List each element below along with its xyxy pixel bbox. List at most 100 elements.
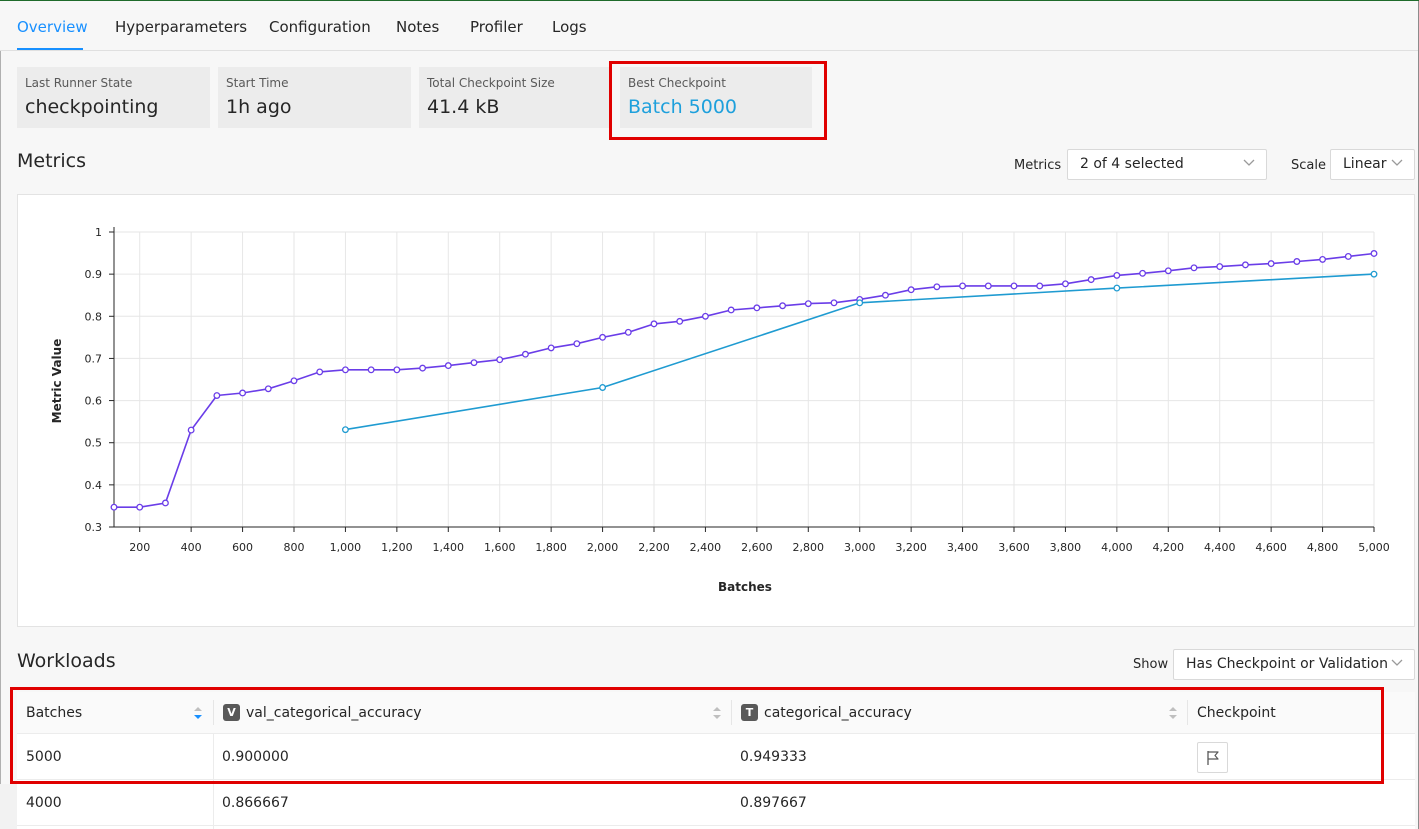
- workloads-title: Workloads: [17, 650, 116, 672]
- data-point: [701, 312, 709, 320]
- validation-badge-icon: V: [223, 704, 240, 721]
- tab-notes[interactable]: Notes: [396, 18, 439, 36]
- scale-select-label: Scale: [1291, 158, 1326, 173]
- data-point: [470, 359, 478, 367]
- tab-logs[interactable]: Logs: [552, 18, 587, 36]
- data-point: [341, 366, 349, 374]
- data-point: [341, 426, 349, 434]
- show-select-label: Show: [1133, 657, 1169, 672]
- cell-categorical-accuracy: 0.897667: [740, 795, 807, 811]
- data-point: [1319, 255, 1327, 263]
- column-header-categorical-accuracy[interactable]: T categorical_accuracy: [732, 692, 1186, 733]
- data-point: [1164, 267, 1172, 275]
- column-label: Batches: [26, 705, 83, 721]
- metrics-select-value: 2 of 4 selected: [1080, 156, 1184, 172]
- data-point: [316, 368, 324, 376]
- data-point: [804, 300, 812, 308]
- training-badge-icon: T: [741, 704, 758, 721]
- column-divider: [213, 734, 214, 829]
- workloads-table: Batches V val_categorical_accuracy T cat…: [17, 692, 1415, 829]
- tab-hyperparameters[interactable]: Hyperparameters: [115, 18, 247, 36]
- data-point: [239, 389, 247, 397]
- x-tick-label: 3,000: [844, 541, 876, 554]
- data-point: [367, 366, 375, 374]
- card-label: Best Checkpoint: [628, 76, 726, 90]
- data-point: [1216, 263, 1224, 271]
- card-value: 41.4 kB: [427, 96, 500, 118]
- y-tick-label: 0.9: [85, 268, 103, 281]
- cell-val-categorical-accuracy: 0.900000: [222, 749, 289, 765]
- checkpoint-flag-button[interactable]: [1197, 742, 1228, 773]
- metrics-select[interactable]: 2 of 4 selected: [1067, 149, 1267, 180]
- card-value: checkpointing: [25, 96, 159, 118]
- data-point: [984, 282, 992, 290]
- tab-overview[interactable]: Overview: [17, 18, 88, 36]
- sort-icon: [1169, 707, 1177, 719]
- data-point: [1087, 276, 1095, 284]
- x-tick-label: 1,800: [535, 541, 567, 554]
- cell-batches: 5000: [26, 749, 62, 765]
- data-point: [1113, 271, 1121, 279]
- cell-batches: 4000: [26, 795, 62, 811]
- metrics-select-label: Metrics: [1014, 158, 1062, 173]
- sort-icon: [713, 707, 721, 719]
- x-tick-label: 400: [181, 541, 202, 554]
- show-filter-select[interactable]: Has Checkpoint or Validation: [1173, 649, 1415, 680]
- data-point: [959, 282, 967, 290]
- data-point: [393, 366, 401, 374]
- y-tick-label: 0.3: [85, 521, 103, 534]
- x-tick-label: 3,200: [895, 541, 927, 554]
- window-top-border: [0, 0, 1419, 1]
- data-point: [213, 392, 221, 399]
- x-tick-label: 4,800: [1307, 541, 1339, 554]
- x-tick-label: 4,200: [1153, 541, 1185, 554]
- x-tick-label: 2,200: [638, 541, 670, 554]
- data-point: [1113, 284, 1121, 292]
- data-point: [624, 328, 632, 336]
- best-checkpoint-link[interactable]: Batch 5000: [628, 96, 737, 118]
- data-point: [933, 283, 941, 291]
- row-gutter: [0, 784, 17, 829]
- tab-configuration[interactable]: Configuration: [269, 18, 371, 36]
- cell-categorical-accuracy: 0.949333: [740, 749, 807, 765]
- show-filter-value: Has Checkpoint or Validation: [1186, 656, 1388, 672]
- data-point: [161, 499, 169, 507]
- y-tick-label: 0.6: [85, 395, 103, 408]
- series-line-0: [114, 252, 1375, 509]
- x-tick-label: 4,400: [1204, 541, 1236, 554]
- card-best-checkpoint: Best Checkpoint Batch 5000: [620, 67, 812, 128]
- data-point: [650, 320, 658, 328]
- active-tab-indicator: [17, 48, 83, 50]
- y-tick-label: 0.5: [85, 437, 103, 450]
- y-tick-label: 1: [95, 226, 102, 239]
- y-tick-label: 0.8: [85, 310, 103, 323]
- cell-val-categorical-accuracy: 0.866667: [222, 795, 289, 811]
- x-tick-label: 2,000: [587, 541, 619, 554]
- column-header-batches[interactable]: Batches: [17, 692, 213, 733]
- card-label: Total Checkpoint Size: [427, 76, 555, 90]
- column-label: categorical_accuracy: [764, 705, 912, 721]
- card-total-checkpoint-size: Total Checkpoint Size 41.4 kB: [419, 67, 611, 128]
- tab-profiler[interactable]: Profiler: [470, 18, 523, 36]
- column-header-val-categorical-accuracy[interactable]: V val_categorical_accuracy: [214, 692, 731, 733]
- x-tick-label: 1,000: [330, 541, 362, 554]
- data-point: [1190, 264, 1198, 272]
- data-point: [1293, 258, 1301, 265]
- x-tick-label: 1,200: [381, 541, 413, 554]
- column-header-checkpoint: Checkpoint: [1188, 692, 1415, 733]
- x-tick-label: 200: [129, 541, 150, 554]
- data-point: [290, 377, 298, 385]
- data-point: [187, 426, 195, 434]
- data-point: [1370, 250, 1378, 257]
- scale-select[interactable]: Linear: [1330, 149, 1415, 180]
- data-point: [444, 362, 452, 370]
- table-row[interactable]: 4000 0.866667 0.897667: [17, 780, 1415, 826]
- data-point: [779, 302, 787, 310]
- data-point: [1036, 282, 1044, 290]
- card-label: Start Time: [226, 76, 289, 90]
- data-point: [1344, 252, 1352, 260]
- data-point: [753, 304, 761, 312]
- tab-bar: Overview Hyperparameters Configuration N…: [0, 0, 1418, 51]
- x-tick-label: 5,000: [1358, 541, 1390, 554]
- sort-desc-icon: [194, 707, 202, 719]
